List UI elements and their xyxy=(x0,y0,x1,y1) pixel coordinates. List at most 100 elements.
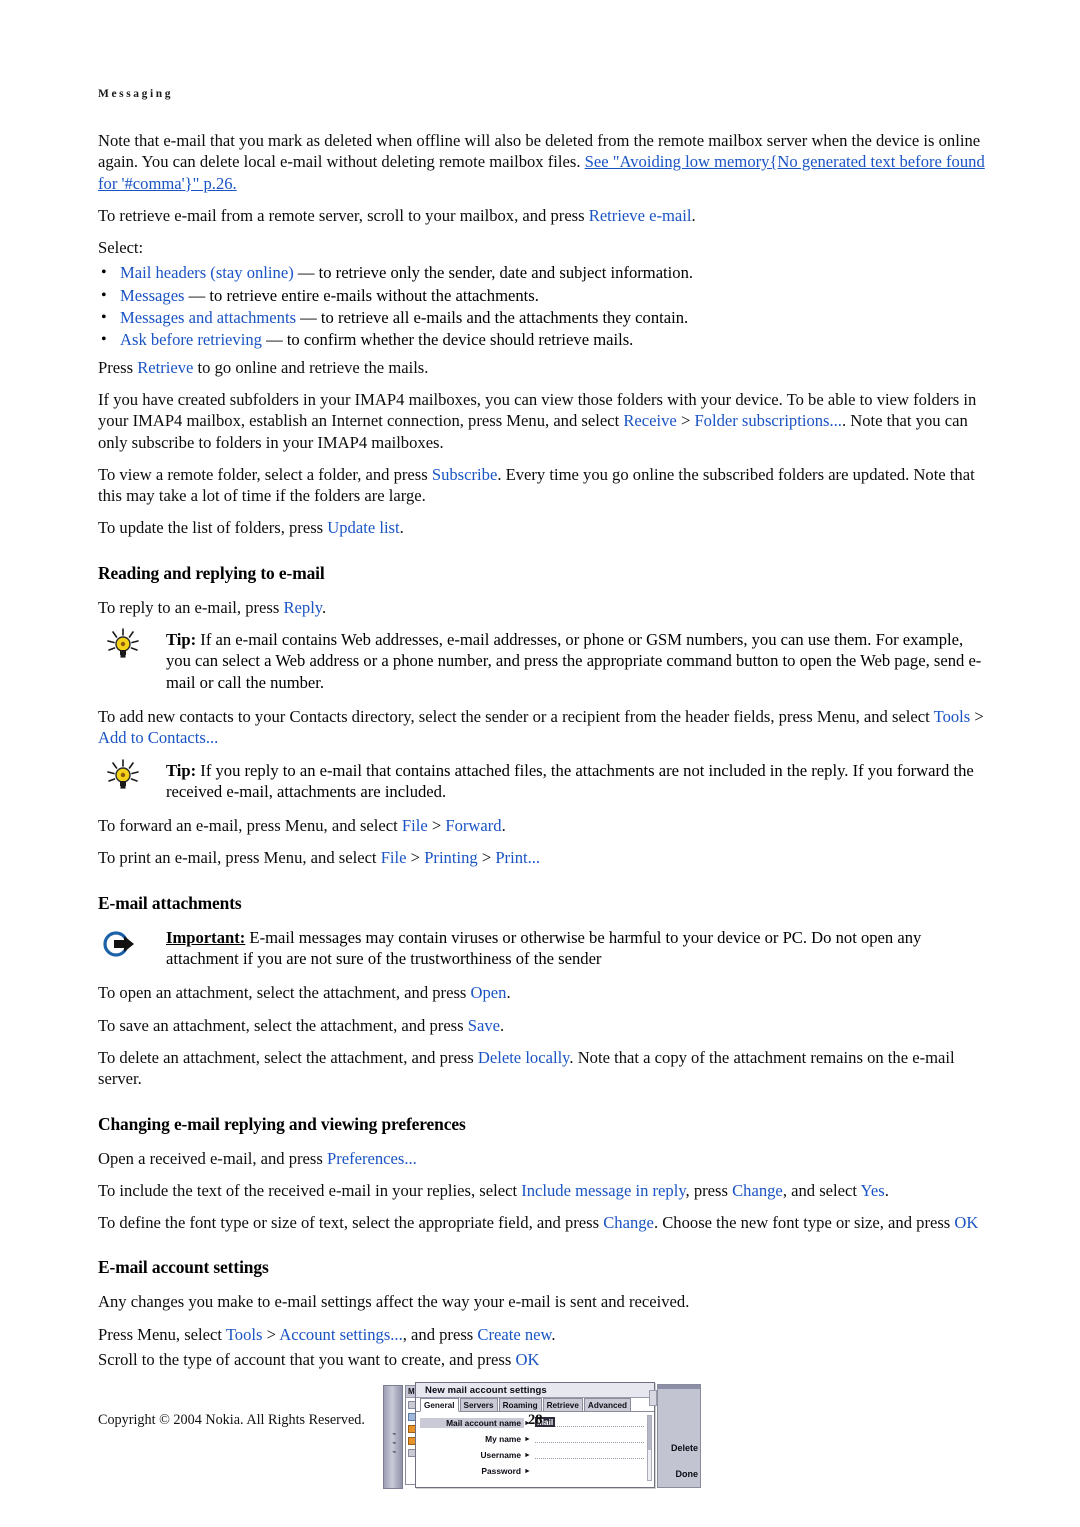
ok-command[interactable]: OK xyxy=(515,1350,539,1369)
list-item: • Messages and attachments — to retrieve … xyxy=(98,307,986,328)
field-value-area[interactable] xyxy=(534,1433,644,1444)
preferences-command[interactable]: Preferences... xyxy=(327,1149,417,1168)
section-heading-preferences: Changing e-mail replying and viewing pre… xyxy=(98,1113,466,1134)
press-retrieve-lead: Press xyxy=(98,357,138,377)
save-command[interactable]: Save xyxy=(468,1016,500,1035)
option-term[interactable]: Mail headers (stay online) xyxy=(120,263,294,282)
manual-page: Messaging Note that e-mail that you mark… xyxy=(0,0,1080,1527)
delete-locally-command[interactable]: Delete locally xyxy=(478,1048,570,1067)
change-command[interactable]: Change xyxy=(603,1213,654,1232)
create-mid: , and press xyxy=(402,1324,478,1344)
option-term[interactable]: Messages xyxy=(120,286,185,305)
file-command[interactable]: File xyxy=(381,848,407,867)
create-new-paragraph: Press Menu, select Tools > Account setti… xyxy=(98,1324,986,1345)
create-tail: . xyxy=(551,1324,556,1344)
tab-roaming[interactable]: Roaming xyxy=(498,1398,542,1412)
tools-command[interactable]: Tools xyxy=(226,1325,263,1344)
font-lead: To define the font type or size of text,… xyxy=(98,1213,604,1233)
retrieve-command[interactable]: Retrieve xyxy=(137,358,193,377)
field-value-area[interactable]: Mail xyxy=(534,1417,644,1428)
account-settings-command[interactable]: Account settings... xyxy=(279,1325,403,1344)
field-label: Mail account name xyxy=(420,1417,524,1428)
tab-servers[interactable]: Servers xyxy=(459,1398,498,1412)
press-retrieve-paragraph: Press Retrieve to go online and retrieve… xyxy=(98,357,986,378)
field-arrow-icon: ► xyxy=(524,1450,531,1459)
printing-command[interactable]: Printing xyxy=(424,848,477,867)
add-contacts-paragraph: To add new contacts to your Contacts dir… xyxy=(98,706,986,749)
ok-command[interactable]: OK xyxy=(954,1213,978,1232)
field-password[interactable]: Password ► xyxy=(420,1464,644,1477)
update-list-paragraph: To update the list of folders, press Upd… xyxy=(98,517,986,538)
change-command[interactable]: Change xyxy=(732,1181,783,1200)
softkey-done[interactable]: Done xyxy=(676,1469,699,1479)
add-to-contacts-command[interactable]: Add to Contacts... xyxy=(98,728,218,747)
device-screenshot-figure: ⌁⌁⌁ Mailbox New mail account settings xyxy=(98,1382,986,1502)
menu-separator: > xyxy=(262,1324,280,1344)
file-command[interactable]: File xyxy=(402,816,428,835)
create-lead: Press Menu, select xyxy=(98,1324,226,1344)
important-body: E-mail messages may contain viruses or o… xyxy=(166,927,922,969)
bullet-icon: • xyxy=(101,264,107,282)
tab-advanced[interactable]: Advanced xyxy=(583,1398,632,1412)
include-mid-2: , and select xyxy=(782,1180,861,1200)
important-label: Important: xyxy=(166,927,246,947)
delete-lead: To delete an attachment, select the atta… xyxy=(98,1047,478,1067)
update-list-command[interactable]: Update list xyxy=(327,518,399,537)
field-value-area[interactable] xyxy=(534,1449,644,1460)
include-message-setting[interactable]: Include message in reply xyxy=(521,1181,685,1200)
field-dotted-line xyxy=(534,1458,644,1460)
open-command[interactable]: Open xyxy=(471,983,507,1002)
tip-note-2: Tip: If you reply to an e-mail that cont… xyxy=(98,758,986,803)
device-softkey-panel: Delete Done xyxy=(657,1384,701,1489)
dialog-scrollbar[interactable] xyxy=(647,1415,652,1482)
lightbulb-icon xyxy=(100,627,146,665)
menu-separator: > xyxy=(427,816,446,836)
tools-command[interactable]: Tools xyxy=(934,707,971,726)
field-my-name[interactable]: My name ► xyxy=(420,1432,644,1445)
retrieve-text-lead: To retrieve e-mail from a remote server,… xyxy=(98,205,589,225)
section-heading-reading-replying: Reading and replying to e-mail xyxy=(98,562,325,583)
option-term[interactable]: Messages and attachments xyxy=(120,308,296,327)
scrollbar-thumb[interactable] xyxy=(648,1416,651,1451)
select-label: Select: xyxy=(98,238,144,258)
option-term[interactable]: Ask before retrieving xyxy=(120,330,262,349)
forward-command[interactable]: Forward xyxy=(445,816,501,835)
list-item: • Ask before retrieving — to confirm whet… xyxy=(98,329,986,350)
intro-paragraph: Note that e-mail that you mark as delete… xyxy=(98,130,986,194)
tab-retrieve[interactable]: Retrieve xyxy=(542,1398,583,1412)
tab-general[interactable]: General xyxy=(420,1398,459,1413)
subscribe-paragraph: To view a remote folder, select a folder… xyxy=(98,464,986,507)
section-heading-email-attachments: E-mail attachments xyxy=(98,892,242,913)
field-dotted-line xyxy=(534,1442,644,1444)
tip-body: If an e-mail contains Web addresses, e-m… xyxy=(166,630,982,692)
reply-command[interactable]: Reply xyxy=(283,598,322,617)
device-side-tab xyxy=(649,1390,657,1407)
contacts-lead: To add new contacts to your Contacts dir… xyxy=(98,706,934,726)
field-username[interactable]: Username ► xyxy=(420,1448,644,1461)
font-type-paragraph: To define the font type or size of text,… xyxy=(98,1212,986,1233)
print-command[interactable]: Print... xyxy=(495,848,540,867)
field-value-area[interactable] xyxy=(535,1465,644,1476)
field-label: Username xyxy=(480,1449,521,1460)
tip-note-text: Tip: If you reply to an e-mail that cont… xyxy=(166,761,974,801)
softkey-delete[interactable]: Delete xyxy=(671,1443,698,1453)
create-new-command[interactable]: Create new xyxy=(477,1325,551,1344)
bullet-icon: • xyxy=(101,286,107,304)
reply-tail: . xyxy=(322,597,327,617)
tip-note-text: Tip: If an e-mail contains Web addresses… xyxy=(166,630,981,692)
option-desc: — to confirm whether the device should r… xyxy=(261,330,634,350)
folder-subscriptions-command[interactable]: Folder subscriptions... xyxy=(694,411,842,430)
save-attachment-paragraph: To save an attachment, select the attach… xyxy=(98,1015,986,1036)
scroll-lead: Scroll to the type of account that you w… xyxy=(98,1349,516,1369)
retrieve-email-command[interactable]: Retrieve e-mail xyxy=(589,206,692,225)
page-number: 28 xyxy=(528,1412,543,1428)
font-mid: . Choose the new font type or size, and … xyxy=(653,1213,955,1233)
tip-label: Tip: xyxy=(166,630,197,650)
subscribe-lead: To view a remote folder, select a folder… xyxy=(98,464,432,484)
subscribe-command[interactable]: Subscribe xyxy=(432,465,497,484)
yes-option[interactable]: Yes xyxy=(861,1181,885,1200)
press-retrieve-tail: to go online and retrieve the mails. xyxy=(193,357,429,377)
softkey-panel-top-bar xyxy=(658,1385,700,1390)
forward-lead: To forward an e-mail, press Menu, and se… xyxy=(98,816,402,836)
receive-command[interactable]: Receive xyxy=(623,411,676,430)
